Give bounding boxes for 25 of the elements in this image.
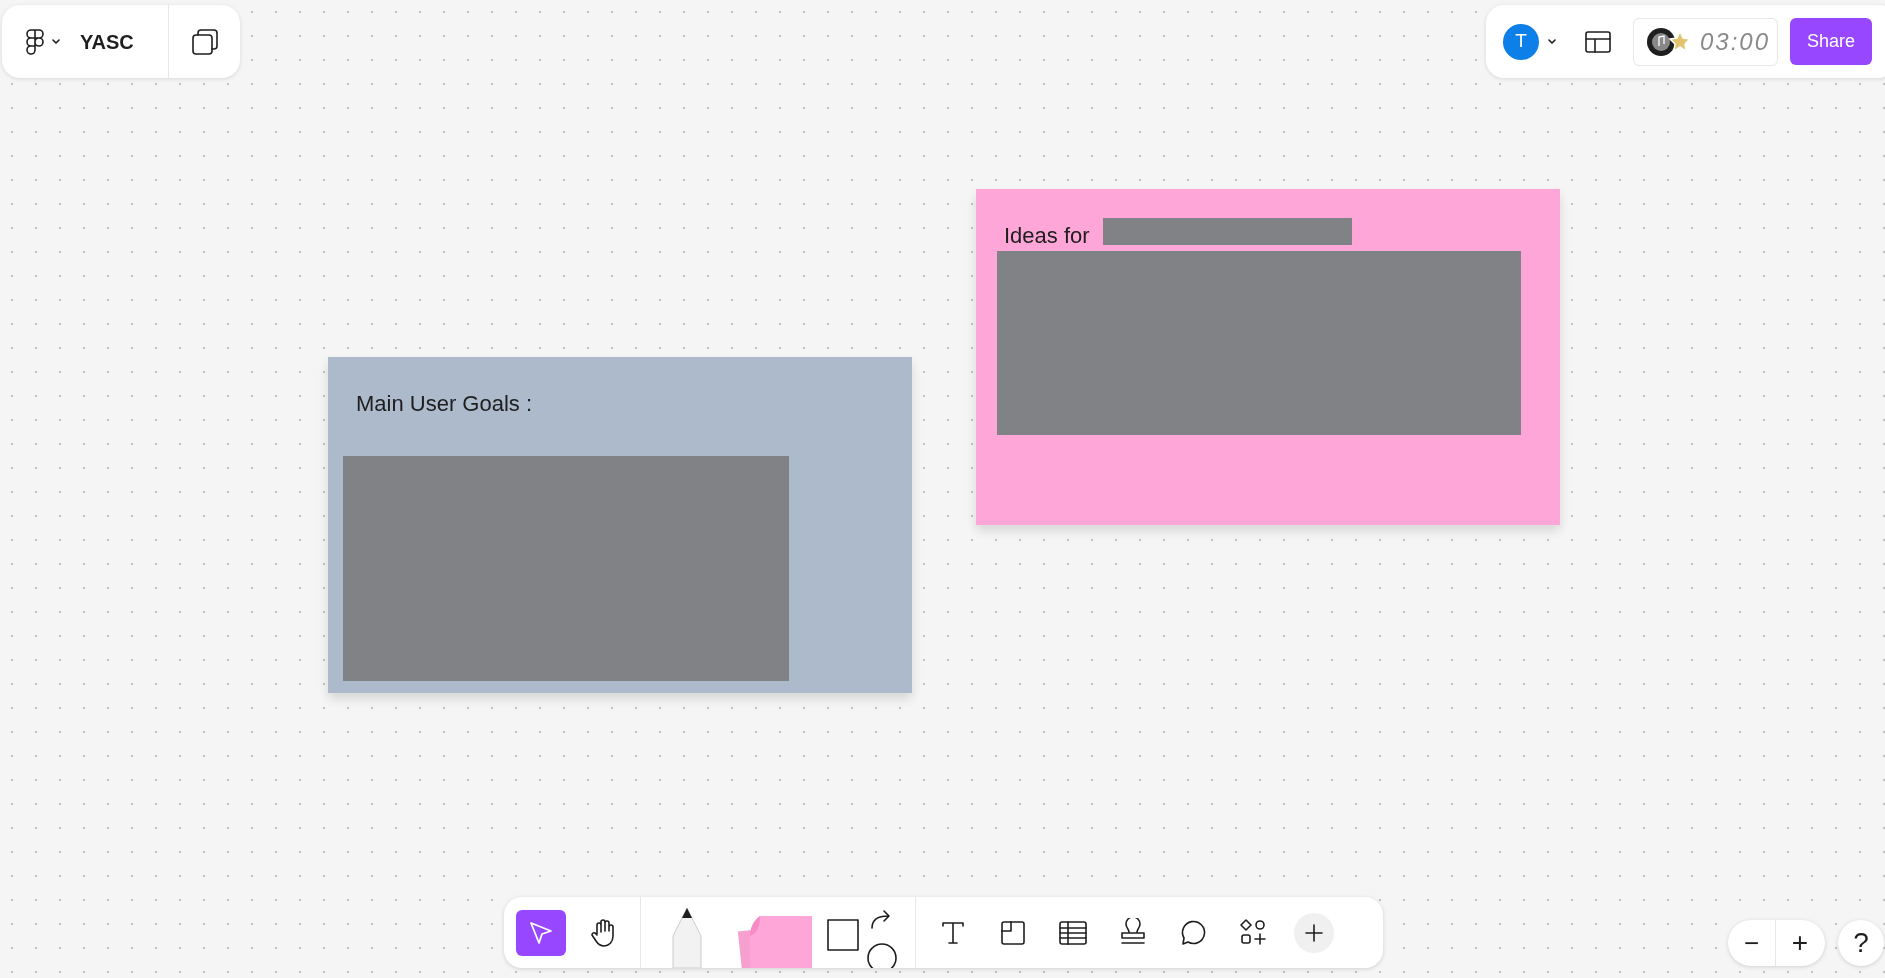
user-avatar[interactable]: T: [1503, 23, 1539, 60]
zoom-in-button[interactable]: +: [1776, 920, 1824, 966]
sticky-note[interactable]: Main User Goals :: [328, 357, 912, 693]
zoom-out-button[interactable]: −: [1728, 920, 1776, 966]
select-tool-button[interactable]: [516, 909, 566, 956]
file-title[interactable]: YASC: [80, 26, 134, 57]
main-menu-button[interactable]: [26, 28, 60, 55]
layout-icon: [1585, 30, 1611, 53]
logo-icon: [26, 28, 44, 55]
hand-icon: [589, 917, 617, 948]
plus-icon: [1304, 922, 1324, 943]
pages-icon: [190, 27, 219, 56]
sticky-note[interactable]: Ideas for: [976, 189, 1560, 525]
chevron-down-icon: [52, 38, 60, 45]
section-icon: [999, 918, 1027, 947]
help-button[interactable]: ?: [1838, 920, 1884, 966]
speech-bubble-icon: [1179, 918, 1207, 947]
note-title: Ideas for: [1004, 222, 1090, 250]
chevron-down-icon: [1548, 38, 1556, 45]
more-tools-button[interactable]: [1294, 912, 1334, 953]
widgets-icon: [1238, 917, 1268, 948]
note-title: Main User Goals :: [356, 390, 533, 418]
share-button[interactable]: Share: [1790, 18, 1872, 65]
table-icon: [1058, 918, 1088, 947]
timer-text: 03:00: [1700, 26, 1771, 57]
